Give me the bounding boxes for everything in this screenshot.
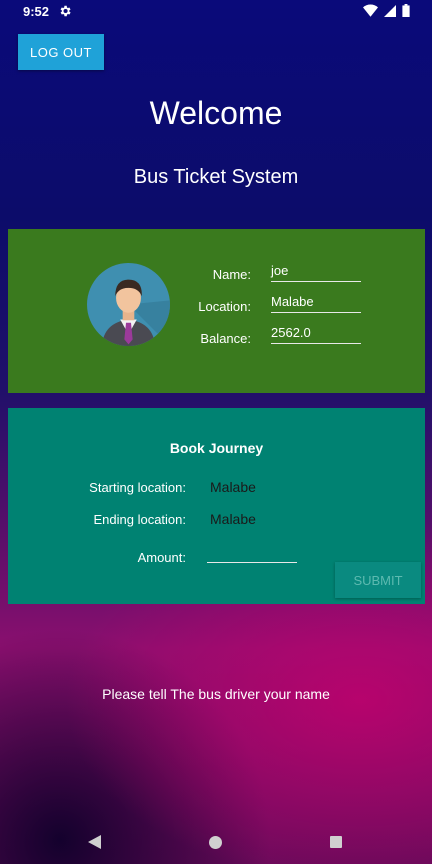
back-icon[interactable] (88, 835, 101, 849)
driver-message: Please tell The bus driver your name (102, 686, 330, 702)
ending-location-label: Ending location: (93, 512, 186, 527)
submit-button[interactable]: SUBMIT (335, 562, 421, 598)
home-icon[interactable] (209, 836, 222, 849)
location-field[interactable]: Malabe (271, 294, 361, 313)
starting-location-select[interactable]: Malabe (210, 479, 256, 495)
balance-field[interactable]: 2562.0 (271, 325, 361, 344)
welcome-heading: Welcome (149, 95, 283, 131)
status-icons (363, 4, 410, 17)
name-field[interactable]: joe (271, 263, 361, 282)
logout-button[interactable]: LOG OUT (18, 34, 104, 70)
app-subtitle: Bus Ticket System (133, 166, 299, 188)
book-journey-title: Book Journey (169, 440, 264, 456)
profile-card: Name: joe Location: Malabe Balance: 2562… (8, 229, 425, 393)
amount-input[interactable] (207, 562, 297, 563)
book-journey-card: Book Journey Starting location: Malabe E… (8, 408, 425, 604)
wifi-icon (363, 4, 378, 17)
status-time: 9:52 (23, 4, 50, 19)
amount-label: Amount: (137, 550, 186, 565)
status-bar: 9:52 (0, 0, 432, 24)
navigation-bar (0, 820, 432, 864)
signal-icon (384, 4, 396, 17)
ending-location-select[interactable]: Malabe (210, 511, 256, 527)
battery-icon (402, 4, 410, 17)
name-label: Name: (212, 267, 251, 282)
recents-icon[interactable] (330, 836, 342, 848)
balance-label: Balance: (200, 331, 251, 346)
location-label: Location: (198, 299, 251, 314)
starting-location-label: Starting location: (89, 480, 186, 495)
gear-icon (60, 5, 71, 17)
